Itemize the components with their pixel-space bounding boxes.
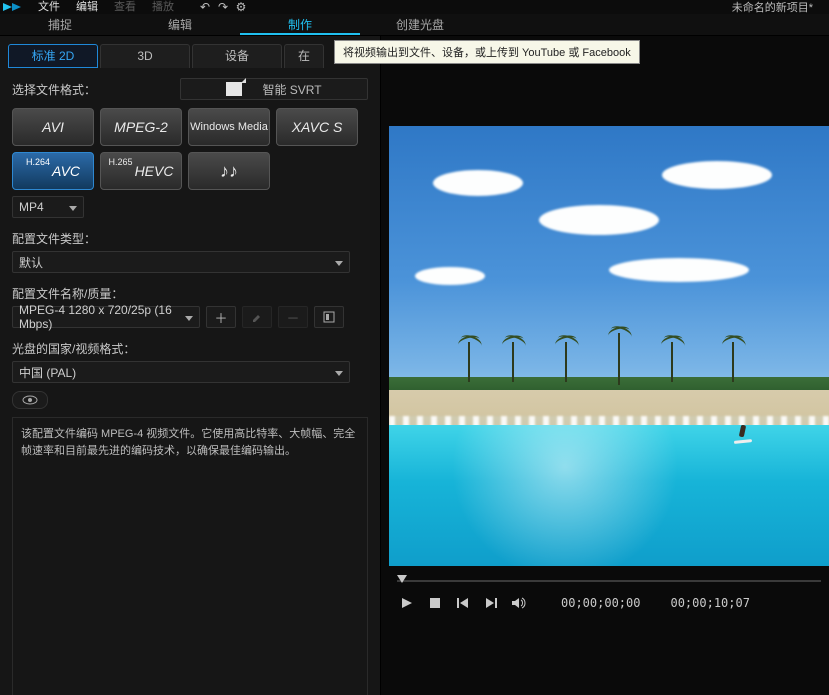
workflow-tabs: 捕捉 编辑 制作 创建光盘 [0,14,829,36]
region-label: 光盘的国家/视频格式： [12,340,368,357]
format-windows-media[interactable]: Windows Media [188,108,270,146]
project-title: 未命名的新项目* [732,0,827,15]
output-type-tabs: 标准 2D 3D 设备 在 [8,44,372,68]
container-dropdown[interactable]: MP4 [12,196,84,218]
profile-delete-button[interactable]: － [278,306,308,328]
settings-gear-icon[interactable]: ⚙ [232,0,250,14]
format-xavcs[interactable]: XAVC S [276,108,358,146]
format-avi[interactable]: AVI [12,108,94,146]
profile-name-label: 配置文件名称/质量： [12,285,368,302]
prev-frame-button[interactable] [455,595,471,611]
next-frame-button[interactable] [483,595,499,611]
menu-file[interactable]: 文件 [30,0,68,14]
profile-type-label: 配置文件类型： [12,230,368,247]
format-h264-avc[interactable]: H.264 AVC [12,152,94,190]
surfer-figure [736,425,750,445]
smart-svrt-button[interactable]: 智能 SVRT [180,78,368,100]
tab-disc[interactable]: 创建光盘 [360,14,480,35]
stop-button[interactable] [427,595,443,611]
profile-details-button[interactable] [314,306,344,328]
format-label: 选择文件格式： [12,81,96,98]
produce-settings-panel: 标准 2D 3D 设备 在 选择文件格式： 智能 SVRT AVI MPEG-2… [0,36,381,695]
tab-edit[interactable]: 编辑 [120,14,240,35]
time-current: 00;00;00;00 [561,596,640,610]
menu-play[interactable]: 播放 [144,0,182,14]
play-button[interactable] [399,595,415,611]
playhead-icon[interactable] [397,575,407,583]
preview-panel: 00;00;00;00 00;00;10;07 [381,36,829,695]
video-preview[interactable] [389,126,829,566]
time-total: 00;00;10;07 [670,596,749,610]
menubar: 文件 编辑 查看 播放 ↶ ↷ ⚙ 未命名的新项目* [0,0,829,14]
outtab-standard-2d[interactable]: 标准 2D [8,44,98,68]
outtab-device[interactable]: 设备 [192,44,282,68]
profile-type-dropdown[interactable]: 默认 [12,251,350,273]
undo-icon[interactable]: ↶ [196,0,214,14]
format-h265-hevc[interactable]: H.265 HEVC [100,152,182,190]
svrt-label: 智能 SVRT [262,81,321,98]
format-audio[interactable]: ♪♪ [188,152,270,190]
redo-icon[interactable]: ↷ [214,0,232,14]
menu-view[interactable]: 查看 [106,0,144,14]
preview-eye-button[interactable] [12,391,48,409]
format-grid: AVI MPEG-2 Windows Media XAVC S H.264 AV… [12,108,368,190]
format-mpeg2[interactable]: MPEG-2 [100,108,182,146]
playback-controls: 00;00;00;00 00;00;10;07 [389,590,829,616]
tab-capture[interactable]: 捕捉 [0,14,120,35]
volume-button[interactable] [511,595,527,611]
profile-name-dropdown[interactable]: MPEG-4 1280 x 720/25p (16 Mbps) [12,306,200,328]
profile-add-button[interactable]: ＋ [206,306,236,328]
timeline[interactable] [397,572,821,590]
outtab-online[interactable]: 在 [284,44,324,68]
menu-edit[interactable]: 编辑 [68,0,106,14]
tab-produce[interactable]: 制作 [240,14,360,35]
outtab-3d[interactable]: 3D [100,44,190,68]
profile-edit-button[interactable] [242,306,272,328]
profile-description: 该配置文件编码 MPEG-4 视频文件。它使用高比特率、大帧幅、完全帧速率和目前… [12,417,368,695]
tab-tooltip: 将视频输出到文件、设备，或上传到 YouTube 或 Facebook [334,40,640,64]
svrt-icon [226,82,242,96]
app-logo-icon [2,0,26,14]
region-dropdown[interactable]: 中国 (PAL) [12,361,350,383]
